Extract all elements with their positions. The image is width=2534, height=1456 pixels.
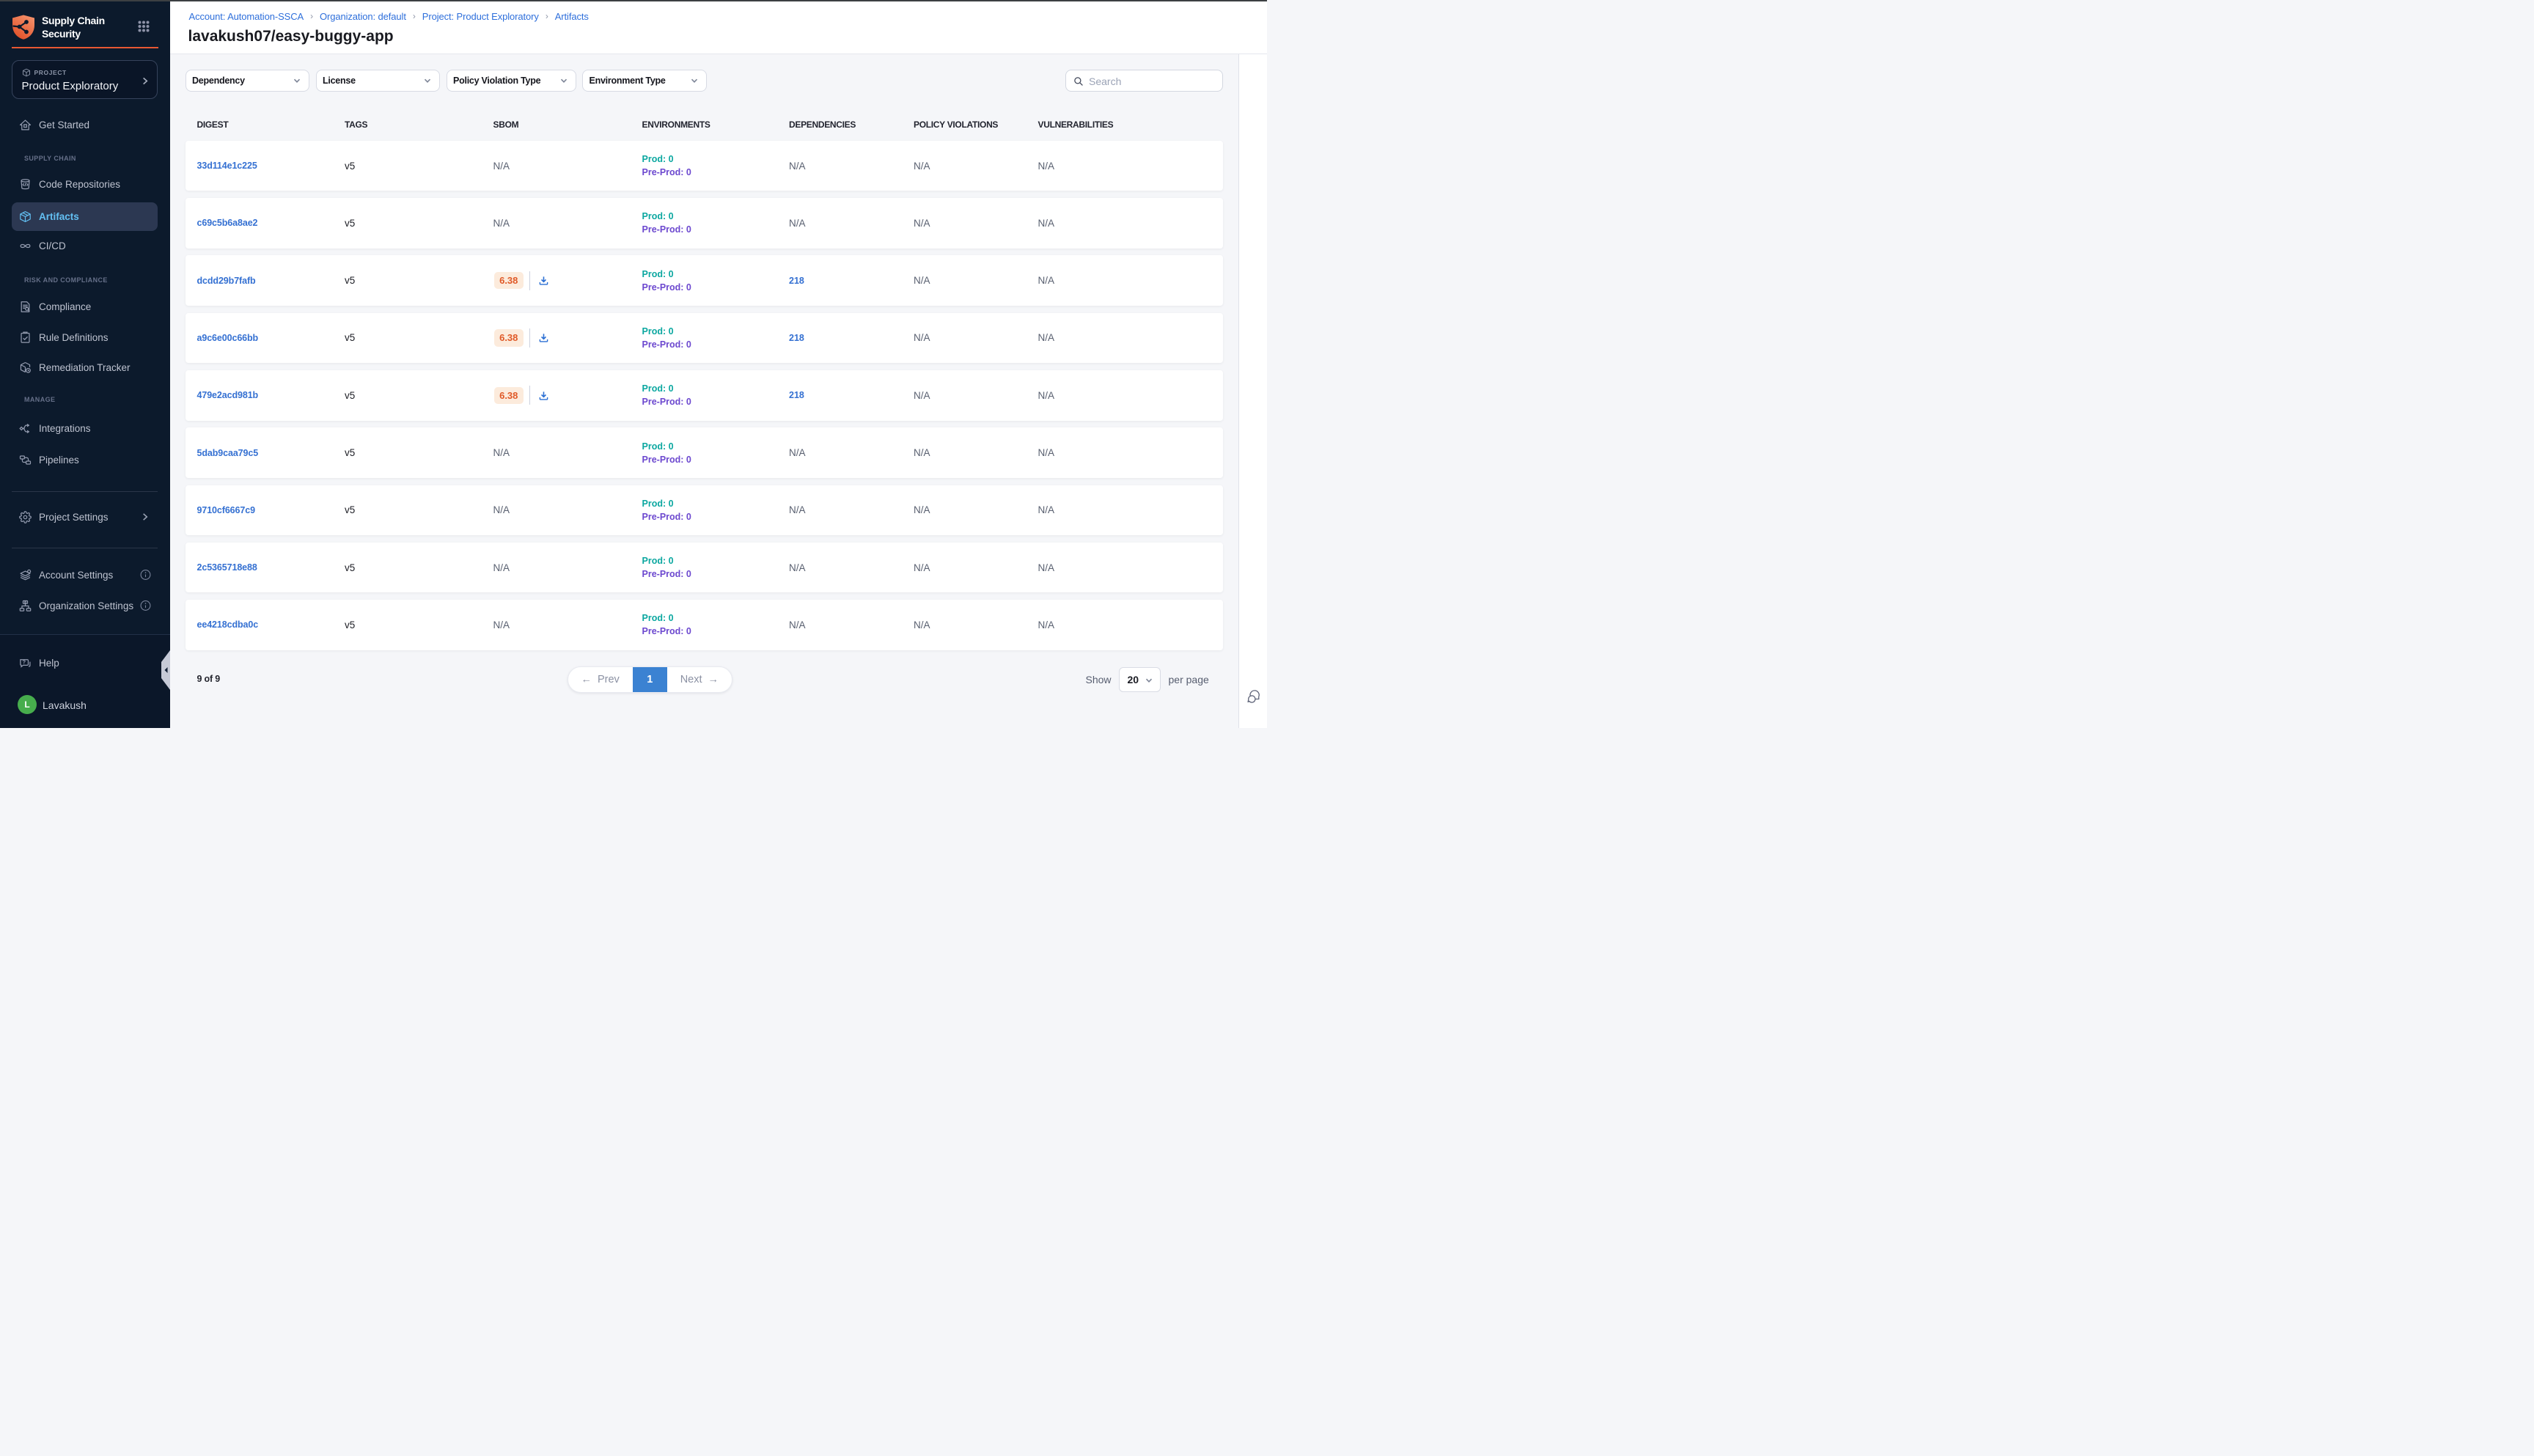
svg-text:?: ? xyxy=(22,658,26,665)
